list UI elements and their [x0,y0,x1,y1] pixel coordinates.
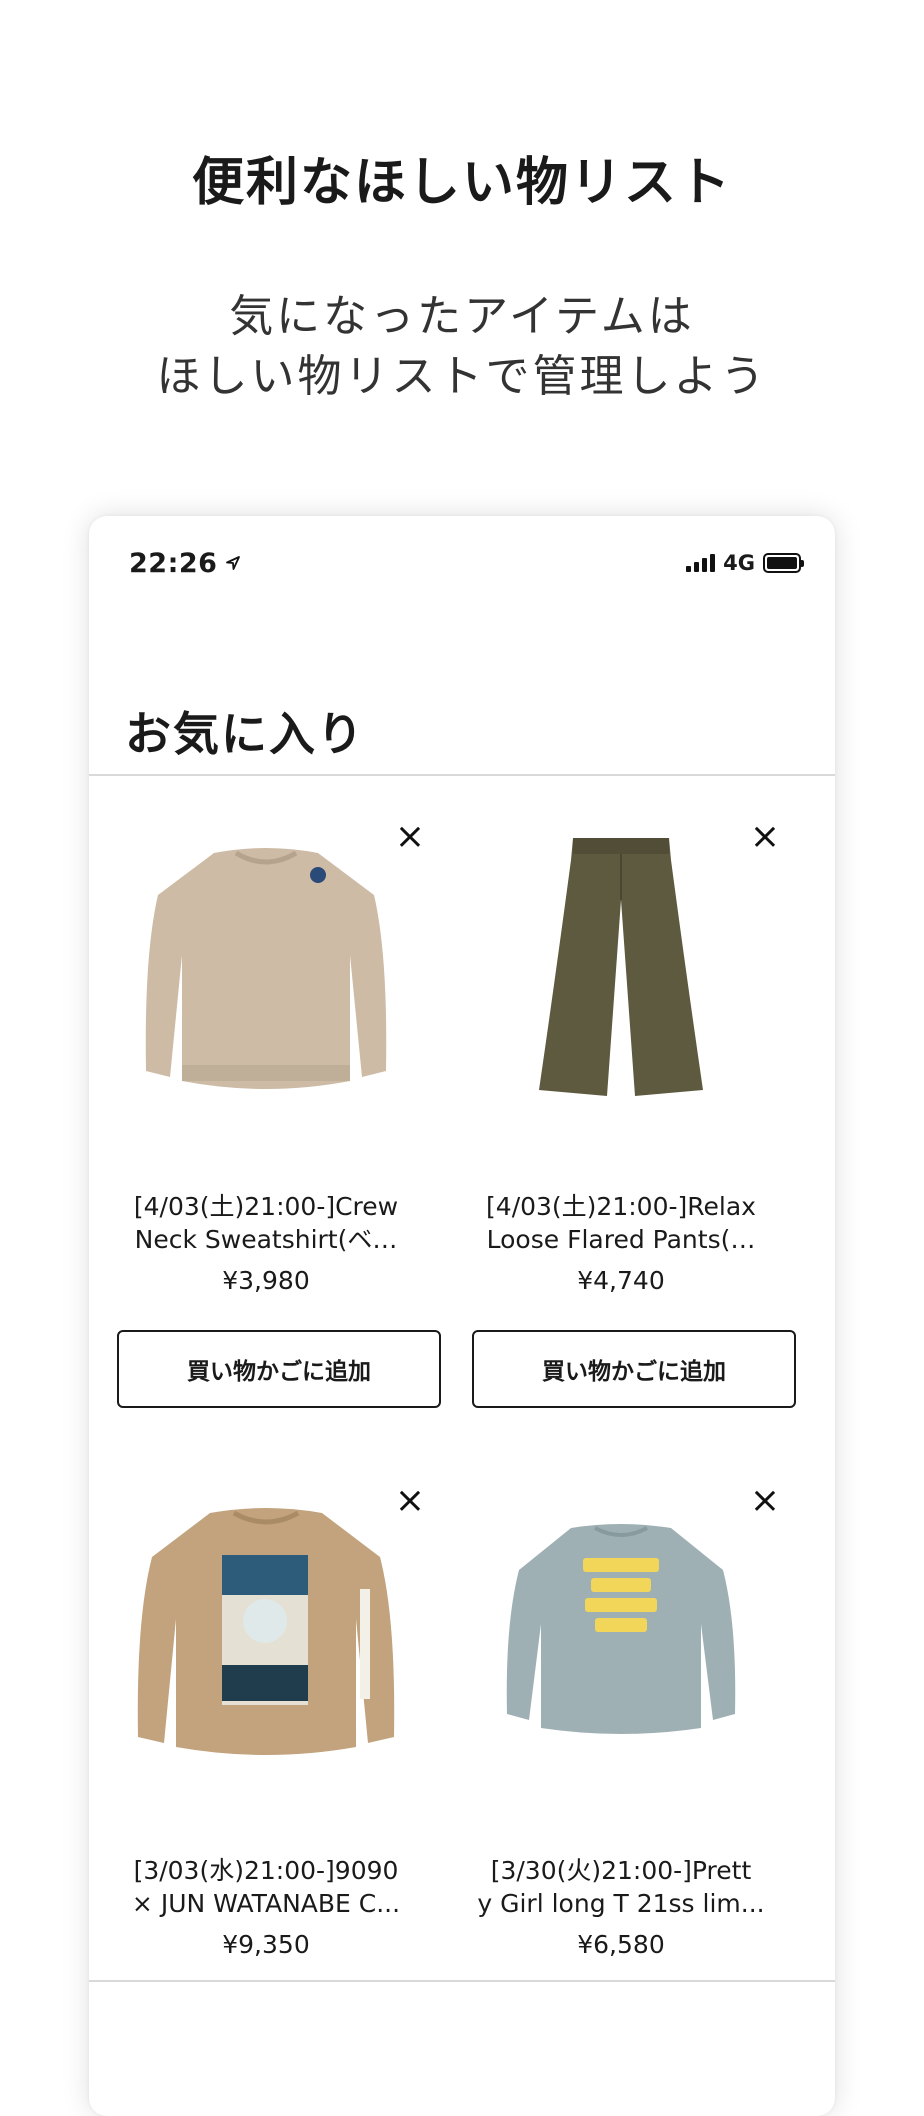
status-indicators: 4G [686,551,804,575]
product-card[interactable]: × [4/03(土)21:00-]Relax Loose Flared Pant… [444,780,798,1420]
promo-subline-1: 気になったアイテムは [229,291,695,342]
product-card[interactable]: × [3/30(火)21:00-]Prett y Girl long T 21s… [444,1444,798,2084]
olive-pants-image[interactable] [458,810,784,1130]
battery-icon [763,553,804,573]
product-name[interactable]: [3/30(火)21:00-]Prett y Girl long T 21ss … [454,1854,788,1920]
tab-bar-divider [89,1980,835,1982]
signal-icon [686,554,716,572]
promo-headline: 便利なほしい物リスト [191,153,732,213]
phone-screen: 22:26 4G お気に入り × [4/03(土)21:00-]Crew Nec… [89,516,835,2116]
add-to-cart-button[interactable]: 買い物かごに追加 [472,1330,796,1408]
location-arrow-icon [226,556,241,570]
header-divider [89,774,835,776]
remove-favorite-icon[interactable]: × [393,1483,427,1519]
status-time: 22:26 [129,548,241,579]
product-price: ¥9,350 [222,1930,310,1959]
blue-longtee-image[interactable] [458,1474,784,1794]
product-price: ¥3,980 [222,1266,310,1295]
graphic-sweatshirt-image[interactable] [103,1474,429,1794]
product-card[interactable]: × [4/03(土)21:00-]Crew Neck Sweatshirt(ベ…… [89,780,443,1420]
beige-sweatshirt-image[interactable] [103,810,429,1130]
promo-subline-2: ほしい物リストで管理しよう [156,351,768,402]
product-name[interactable]: [4/03(土)21:00-]Relax Loose Flared Pants(… [454,1190,788,1256]
product-name[interactable]: [3/03(水)21:00-]9090 × JUN WATANABE C... [99,1854,433,1920]
remove-favorite-icon[interactable]: × [393,819,427,855]
add-to-cart-button[interactable]: 買い物かごに追加 [117,1330,441,1408]
page-title: お気に入り [125,707,365,761]
remove-favorite-icon[interactable]: × [748,819,782,855]
time-text: 22:26 [129,547,218,579]
product-name[interactable]: [4/03(土)21:00-]Crew Neck Sweatshirt(ベ… [99,1190,433,1256]
product-card[interactable]: × [3/03(水)21:00-]9090 × JUN WATANABE C..… [89,1444,443,2084]
product-price: ¥4,740 [577,1266,665,1295]
network-label: 4G [723,551,755,575]
remove-favorite-icon[interactable]: × [748,1483,782,1519]
product-price: ¥6,580 [577,1930,665,1959]
status-bar: 22:26 4G [129,546,804,580]
